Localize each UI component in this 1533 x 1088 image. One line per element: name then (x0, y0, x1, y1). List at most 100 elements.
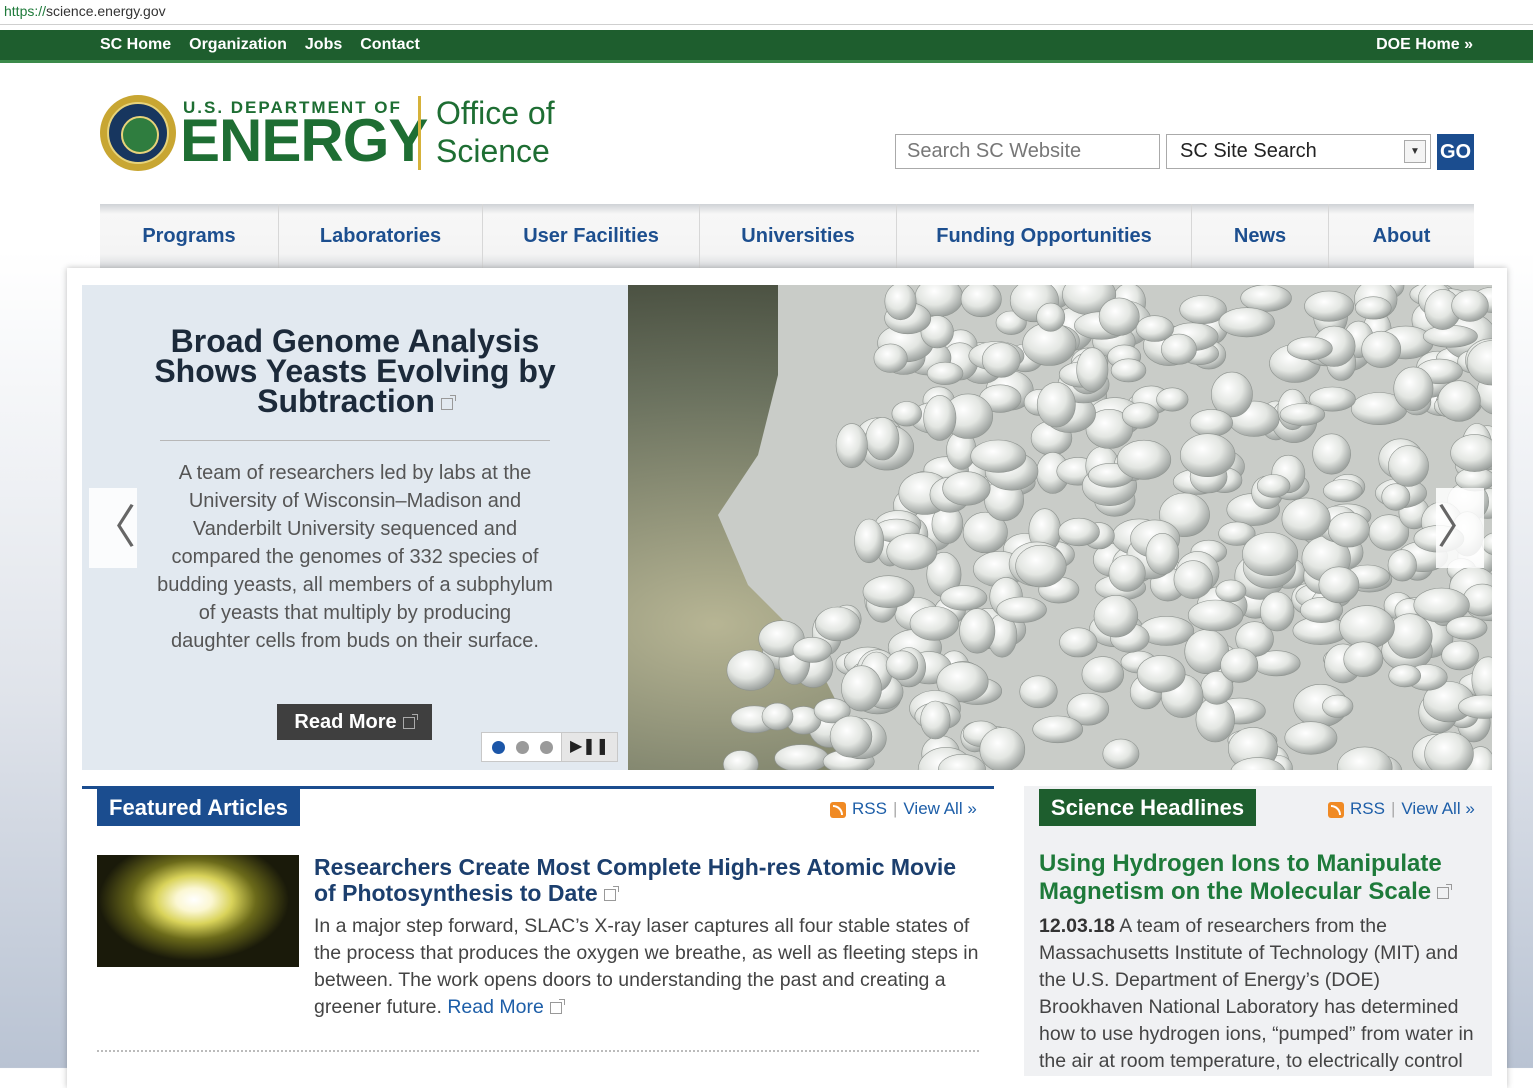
article-read-more-link[interactable]: Read More (447, 996, 543, 1018)
article-title-text: Researchers Create Most Complete High-re… (314, 854, 957, 906)
search-input[interactable] (895, 134, 1160, 169)
yeast-bud-shape (815, 606, 861, 642)
headlines-rss-link[interactable]: RSS (1350, 799, 1385, 818)
yeast-bud-shape (979, 727, 1026, 770)
energy-wordmark[interactable]: ENERGY (180, 108, 428, 174)
yeast-bud-shape (1441, 640, 1479, 671)
url-scheme: https:// (4, 3, 47, 19)
nav-laboratories[interactable]: Laboratories (279, 204, 483, 268)
external-link-icon (402, 713, 418, 729)
yeast-bud-shape (920, 700, 951, 740)
yeast-bud-shape (1284, 721, 1338, 755)
headline-date: 12.03.18 (1039, 915, 1115, 937)
search-scope-select[interactable]: SC Site Search ▼ (1166, 134, 1431, 169)
yeast-photo (628, 285, 1492, 770)
yeast-bud-shape (1361, 330, 1402, 368)
featured-articles-heading: Featured Articles (97, 789, 300, 826)
article-summary: In a major step forward, SLAC’s X-ray la… (314, 913, 984, 1021)
yeast-bud-shape (1242, 532, 1299, 577)
slider-read-more-button[interactable]: Read More (277, 704, 432, 740)
nav-user-facilities[interactable]: User Facilities (483, 204, 700, 268)
headlines-feed-links: RSS | View All » (1328, 799, 1475, 819)
yeast-bud-shape (1145, 532, 1180, 575)
yeast-bud-shape (1081, 656, 1124, 693)
headlines-view-all-link[interactable]: View All » (1401, 799, 1474, 818)
yeast-bud-shape (1116, 439, 1172, 480)
yeast-bud-shape (873, 343, 908, 373)
slider-title[interactable]: Broad Genome Analysis Shows Yeasts Evolv… (150, 323, 560, 419)
yeast-bud-shape (829, 715, 873, 758)
yeast-bud-shape (841, 665, 882, 712)
rss-icon[interactable] (1328, 801, 1344, 818)
contact-link[interactable]: Contact (360, 30, 420, 60)
featured-view-all-link[interactable]: View All » (903, 799, 976, 818)
slider-body: A team of researchers led by labs at the… (157, 462, 553, 652)
yeast-bud-shape (996, 596, 1047, 623)
yeast-bud-shape (1281, 497, 1331, 541)
sc-home-link[interactable]: SC Home (100, 30, 171, 60)
yeast-bud-shape (1032, 715, 1084, 744)
doe-home-link[interactable]: DOE Home » (1376, 30, 1473, 60)
organization-link[interactable]: Organization (189, 30, 287, 60)
yeast-bud-shape (1259, 591, 1295, 632)
nav-funding-opportunities[interactable]: Funding Opportunities (897, 204, 1192, 268)
yeast-bud-shape (1256, 474, 1291, 498)
yeast-bud-shape (1445, 616, 1488, 640)
yeast-bud-shape (835, 423, 868, 469)
rss-icon[interactable] (830, 801, 846, 818)
yeast-bud-shape (1327, 512, 1370, 548)
headline-title[interactable]: Using Hydrogen Ions to Manipulate Magnet… (1039, 850, 1479, 906)
yeast-bud-shape (981, 342, 1021, 378)
yeast-bud-shape (1220, 647, 1259, 683)
search-go-button[interactable]: GO (1437, 134, 1474, 170)
logo-divider (418, 96, 421, 170)
doe-seal-logo[interactable] (100, 95, 176, 171)
address-bar[interactable]: https://science.energy.gov (0, 0, 1533, 25)
yeast-bud-shape (1423, 324, 1478, 348)
slider-image-yeast-colony (628, 285, 1492, 770)
yeast-bud-shape (1015, 544, 1067, 588)
featured-rss-link[interactable]: RSS (852, 799, 887, 818)
yeast-bud-shape (862, 575, 915, 609)
slide-dot-1[interactable] (492, 741, 505, 754)
external-link-icon (603, 885, 619, 901)
yeast-bud-shape (1108, 554, 1146, 592)
nav-universities[interactable]: Universities (700, 204, 897, 268)
nav-about[interactable]: About (1329, 204, 1474, 268)
article-title[interactable]: Researchers Create Most Complete High-re… (314, 854, 984, 906)
slide-dot-3[interactable] (540, 741, 553, 754)
yeast-bud-shape (1057, 517, 1100, 547)
yeast-bud-shape (1322, 694, 1354, 718)
nav-news[interactable]: News (1192, 204, 1329, 268)
yeast-bud-shape (891, 401, 922, 427)
external-link-icon (440, 394, 456, 410)
play-pause-button[interactable]: ▶❚❚ (561, 733, 617, 761)
yeast-bud-shape (1343, 641, 1384, 677)
yeast-bud-shape (1019, 675, 1058, 709)
yeast-bud-shape (865, 417, 900, 461)
yeast-bud-shape (774, 744, 829, 770)
yeast-bud-shape (1286, 336, 1333, 361)
chevron-down-icon[interactable]: ▼ (1404, 140, 1426, 163)
jobs-link[interactable]: Jobs (305, 30, 342, 60)
yeast-bud-shape (886, 532, 938, 571)
yeast-bud-shape (885, 650, 919, 681)
office-of-science-wordmark[interactable]: Office of Science (436, 94, 555, 170)
slide-dot-2[interactable] (516, 741, 529, 754)
yeast-bud-shape (1173, 560, 1213, 599)
yeast-bud-shape (1323, 479, 1363, 503)
nav-programs[interactable]: Programs (100, 204, 279, 268)
article-thumbnail[interactable] (97, 855, 299, 967)
yeast-bud-shape (926, 361, 964, 385)
main-nav: Programs Laboratories User Facilities Un… (100, 204, 1474, 268)
url-text[interactable]: https://science.energy.gov (4, 3, 166, 19)
yeast-bud-shape (1059, 627, 1098, 658)
external-link-icon (1437, 883, 1453, 899)
slider-prev-button[interactable]: 〈 (89, 488, 137, 568)
yeast-bud-shape (1189, 409, 1234, 437)
yeast-bud-shape (1387, 549, 1417, 582)
yeast-bud-shape (1388, 664, 1422, 688)
slider-next-button[interactable]: 〉 (1436, 488, 1484, 568)
yeast-bud-shape (884, 285, 917, 321)
slider-title-text: Broad Genome Analysis Shows Yeasts Evolv… (154, 323, 556, 419)
